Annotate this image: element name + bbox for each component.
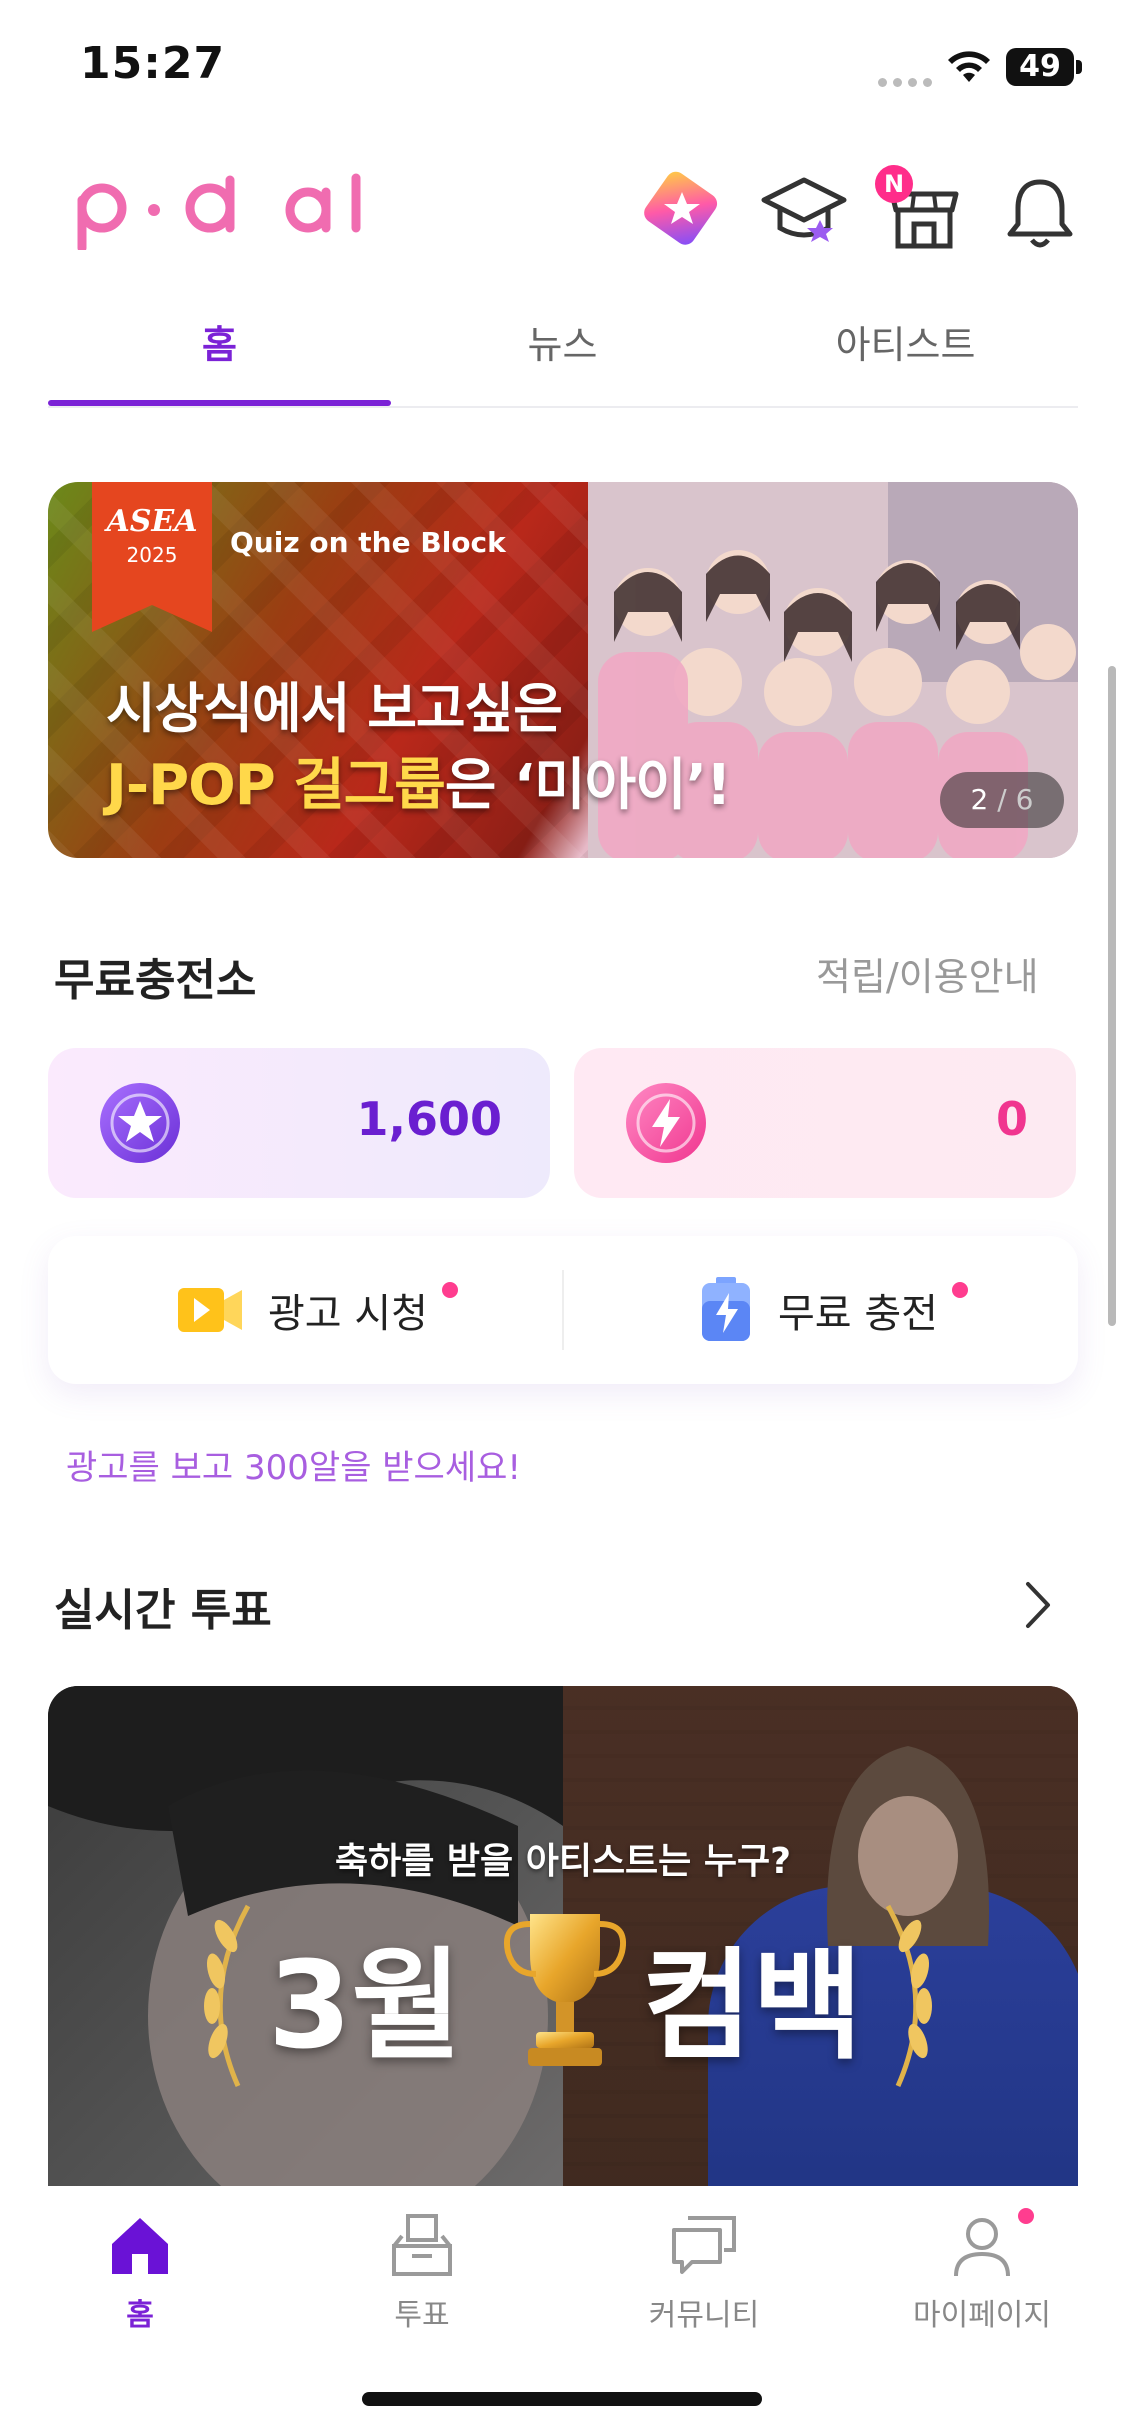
pager-total: 6 bbox=[1015, 783, 1034, 816]
battery-charge-icon bbox=[702, 1277, 750, 1341]
asea-brand: ASEA bbox=[106, 504, 198, 539]
banner-headline-1: 시상식에서 보고싶은 bbox=[106, 677, 563, 740]
divider bbox=[562, 1270, 564, 1350]
tab-home-label: 홈 bbox=[202, 323, 237, 367]
watch-ad-button[interactable]: 광고 시청 bbox=[176, 1236, 428, 1384]
vote-icon bbox=[392, 2214, 452, 2276]
banner-highlight: J-POP 걸그룹 bbox=[106, 753, 446, 818]
ad-promo-text: 광고를 보고 300알을 받으세요! bbox=[66, 1448, 522, 1488]
banner-artist-name: ‘미아이’! bbox=[513, 753, 732, 818]
event-banner[interactable]: ASEA 2025 Quiz on the Block 시상식에서 보고싶은 J… bbox=[48, 482, 1078, 858]
chevron-right-icon[interactable] bbox=[1018, 1578, 1058, 1632]
free-charge-button[interactable]: 무료 충전 bbox=[698, 1236, 938, 1384]
banner-headline-2: J-POP 걸그룹은 ‘미아이’! bbox=[106, 740, 732, 821]
battery-cap bbox=[1076, 60, 1082, 74]
nav-vote[interactable]: 투표 bbox=[322, 2210, 522, 2334]
store-new-badge: N bbox=[875, 165, 913, 203]
vote-title-right: 컴백 bbox=[642, 1937, 863, 2076]
nav-community[interactable]: 커뮤니티 bbox=[604, 2210, 804, 2334]
charge-actions: 광고 시청 무료 충전 bbox=[48, 1236, 1078, 1384]
realtime-vote-title: 실시간 투표 bbox=[54, 1585, 272, 1636]
free-charge-dot bbox=[952, 1282, 968, 1298]
graduation-cap-icon[interactable] bbox=[756, 162, 852, 258]
asea-year: 2025 bbox=[126, 543, 178, 567]
cellular-signal-icon bbox=[878, 72, 938, 91]
tab-news-label: 뉴스 bbox=[527, 323, 598, 367]
pager-separator: / bbox=[988, 783, 1016, 816]
vote-subtitle: 축하를 받을 아티스트는 누구? bbox=[335, 1841, 791, 1882]
status-time: 15:27 bbox=[80, 38, 226, 89]
free-charge-title: 무료충전소 bbox=[54, 955, 257, 1006]
nav-home-label: 홈 bbox=[126, 2298, 154, 2333]
points-guide-link[interactable]: 적립/이용안내 bbox=[816, 946, 1039, 1001]
star-coin-icon bbox=[100, 1083, 180, 1163]
laurel-left-icon bbox=[204, 1904, 251, 2088]
video-play-icon bbox=[178, 1288, 242, 1332]
watch-ad-label: 광고 시청 bbox=[268, 1291, 428, 1337]
ticket-icon[interactable] bbox=[634, 160, 730, 256]
nav-home[interactable]: 홈 bbox=[40, 2210, 240, 2334]
star-points-card[interactable]: 1,600 bbox=[48, 1048, 550, 1198]
tab-home[interactable]: 홈 bbox=[48, 300, 391, 406]
nav-vote-label: 투표 bbox=[394, 2298, 450, 2333]
star-points-value: 1,600 bbox=[356, 1092, 502, 1146]
banner-quiz-title: Quiz on the Block bbox=[230, 526, 506, 559]
nav-mypage-label: 마이페이지 bbox=[913, 2298, 1051, 2333]
vote-banner[interactable]: 축하를 받을 아티스트는 누구? 3월 컴백 bbox=[48, 1686, 1078, 2186]
banner-particle: 은 bbox=[444, 753, 497, 818]
scrollbar[interactable] bbox=[1108, 666, 1116, 1326]
nav-community-label: 커뮤니티 bbox=[648, 2298, 760, 2333]
top-tabs: 홈 뉴스 아티스트 bbox=[48, 300, 1078, 408]
vote-title-left: 3월 bbox=[268, 1937, 462, 2076]
lightning-coin-icon bbox=[626, 1083, 706, 1163]
wifi-icon bbox=[948, 51, 990, 82]
banner-pager: 2 / 6 bbox=[940, 772, 1064, 828]
mypage-notification-dot bbox=[1018, 2208, 1034, 2224]
pdal-logo[interactable] bbox=[74, 160, 374, 250]
trophy-icon bbox=[504, 1914, 626, 2066]
laurel-right-icon bbox=[885, 1904, 932, 2088]
bolt-points-card[interactable]: 0 bbox=[574, 1048, 1076, 1198]
tab-active-indicator bbox=[48, 400, 391, 406]
pager-current: 2 bbox=[970, 783, 989, 816]
bell-icon[interactable] bbox=[992, 164, 1088, 260]
watch-ad-dot bbox=[442, 1282, 458, 1298]
tab-news[interactable]: 뉴스 bbox=[391, 300, 734, 404]
home-indicator bbox=[362, 2392, 762, 2406]
bolt-points-value: 0 bbox=[995, 1092, 1028, 1146]
home-icon bbox=[112, 2218, 168, 2274]
free-charge-label: 무료 충전 bbox=[778, 1291, 938, 1337]
tab-artist[interactable]: 아티스트 bbox=[734, 300, 1077, 404]
nav-mypage[interactable]: 마이페이지 bbox=[882, 2210, 1082, 2334]
profile-icon bbox=[954, 2218, 1010, 2277]
battery-icon: 49 bbox=[1006, 48, 1074, 86]
tab-artist-label: 아티스트 bbox=[835, 323, 976, 367]
community-icon bbox=[672, 2216, 736, 2274]
